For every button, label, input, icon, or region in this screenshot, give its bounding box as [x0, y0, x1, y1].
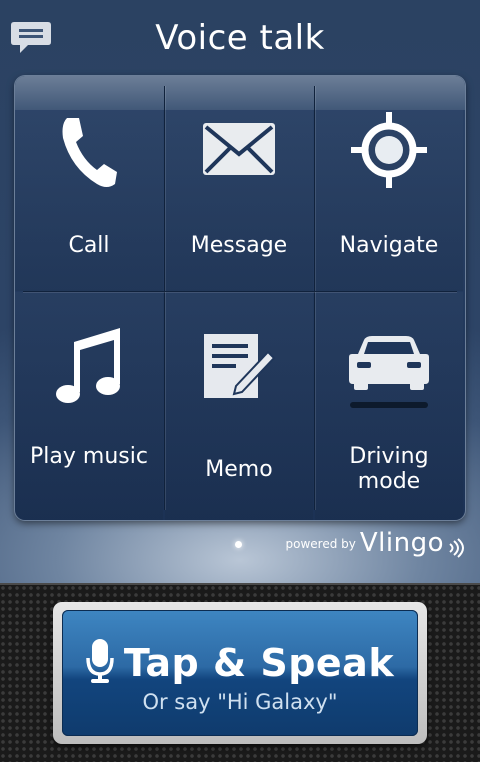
tile-label: Driving mode: [349, 444, 429, 494]
phone-icon: [15, 114, 163, 190]
tile-label: Message: [190, 233, 288, 258]
panel-header-bar: [15, 76, 465, 110]
tile-label: Play music: [30, 444, 148, 469]
crosshair-icon: [315, 110, 463, 190]
page-title: Voice talk: [155, 18, 325, 58]
tile-memo[interactable]: Memo: [165, 292, 313, 520]
tap-speak-hint: Or say "Hi Galaxy": [142, 690, 338, 714]
tile-label: Call: [68, 233, 110, 258]
tile-label: Memo: [205, 457, 273, 482]
microphone-icon: [86, 638, 114, 688]
tile-label: Navigate: [339, 233, 439, 258]
vlingo-logo: Vlingo: [359, 528, 444, 558]
tile-navigate[interactable]: Navigate: [315, 110, 463, 291]
tile-play-music[interactable]: Play music: [15, 292, 163, 520]
tile-driving-mode[interactable]: Driving mode: [315, 292, 463, 520]
command-grid: Call Message Navigate Play music Memo Dr…: [15, 76, 465, 520]
voice-talk-screen: Voice talk Call Message Navigate Play mu…: [0, 0, 480, 762]
vlingo-branding: powered by Vlingo: [286, 528, 464, 558]
tile-message[interactable]: Message: [165, 110, 313, 291]
music-note-icon: [15, 324, 163, 406]
tap-speak-label: Tap & Speak: [123, 641, 395, 685]
tap-speak-button[interactable]: Tap & Speak Or say "Hi Galaxy": [62, 610, 418, 736]
page-indicator-dot: [235, 541, 242, 548]
memo-pencil-icon: [165, 332, 313, 400]
car-icon: [315, 334, 463, 410]
tile-call[interactable]: Call: [15, 110, 163, 291]
envelope-icon: [165, 122, 313, 176]
header: Voice talk: [0, 0, 480, 76]
signal-waves-icon: [449, 538, 464, 558]
powered-by-text: powered by: [285, 537, 356, 551]
